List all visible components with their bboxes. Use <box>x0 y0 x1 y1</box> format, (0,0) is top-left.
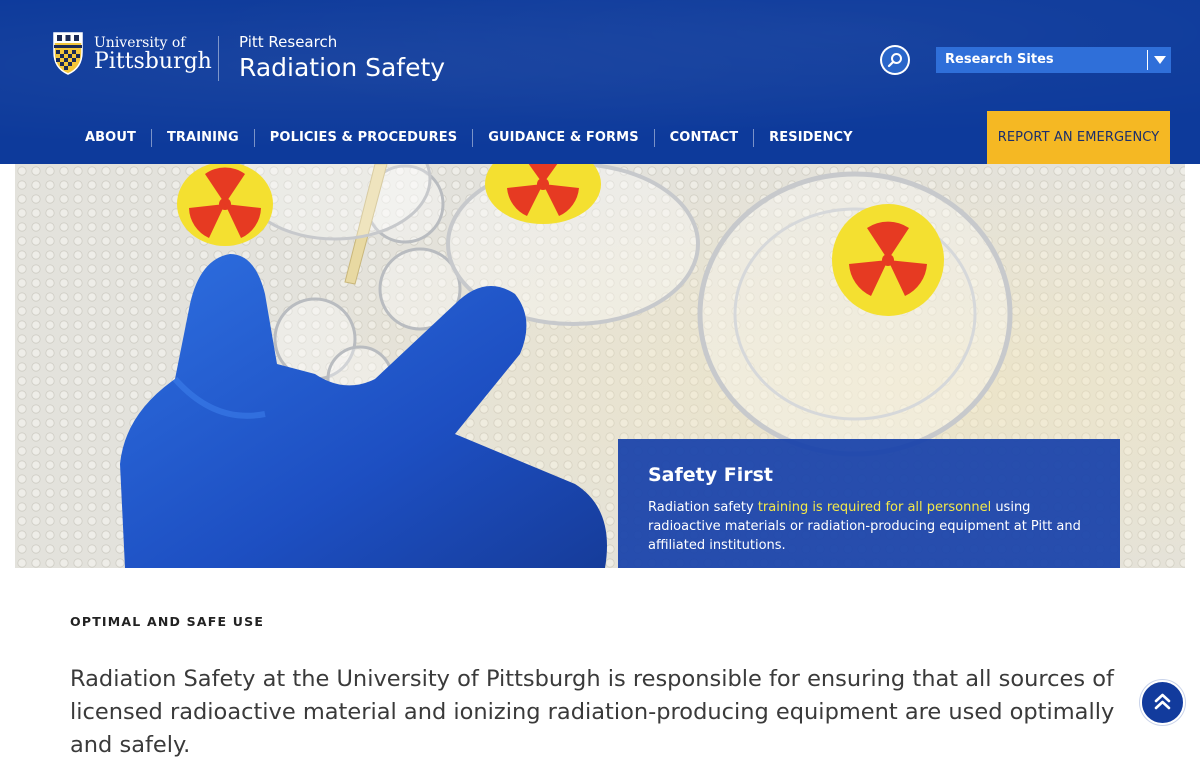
nav-item-training[interactable]: TRAINING <box>152 128 254 148</box>
card-title: Safety First <box>648 464 773 486</box>
select-separator <box>1147 50 1148 70</box>
card-text-before: Radiation safety <box>648 500 758 515</box>
main-nav: ABOUT TRAINING POLICIES & PROCEDURES GUI… <box>70 128 868 148</box>
section-eyebrow: OPTIMAL AND SAFE USE <box>70 614 265 629</box>
nav-item-guidance-forms[interactable]: GUIDANCE & FORMS <box>473 128 653 148</box>
logo-line-2: Pittsburgh <box>94 49 212 74</box>
site-header: University of Pittsburgh Pitt Research R… <box>0 0 1200 164</box>
report-emergency-button[interactable]: REPORT AN EMERGENCY <box>987 111 1170 164</box>
search-button[interactable] <box>880 45 910 75</box>
chevron-down-icon <box>1154 56 1166 64</box>
search-icon <box>887 53 902 68</box>
lead-paragraph: Radiation Safety at the University of Pi… <box>70 666 1115 758</box>
site-title[interactable]: Radiation Safety <box>239 53 445 83</box>
pitt-shield-icon <box>53 32 83 75</box>
university-logo[interactable]: University of Pittsburgh <box>49 30 212 80</box>
logo-divider <box>218 36 219 81</box>
nav-item-policies-procedures[interactable]: POLICIES & PROCEDURES <box>255 128 472 148</box>
training-required-link[interactable]: training is required for all personnel <box>758 500 991 515</box>
safety-first-card: Safety First Radiation safety training i… <box>618 439 1120 568</box>
back-to-top-button[interactable] <box>1140 680 1185 725</box>
nav-item-residency[interactable]: RESIDENCY <box>754 128 868 148</box>
radiation-label-1 <box>177 164 273 246</box>
research-sites-select[interactable]: Research Sites <box>936 47 1171 73</box>
radiation-label-3 <box>832 204 944 316</box>
logo-line-1: University of <box>94 35 186 51</box>
nav-item-contact[interactable]: CONTACT <box>655 128 754 148</box>
site-super-title[interactable]: Pitt Research <box>239 33 337 51</box>
research-sites-select-value: Research Sites <box>945 52 1054 67</box>
nav-item-about[interactable]: ABOUT <box>70 128 151 148</box>
hero-banner: Safety First Radiation safety training i… <box>15 164 1185 568</box>
card-text: Radiation safety training is required fo… <box>648 498 1098 555</box>
double-chevron-up-icon <box>1154 693 1171 710</box>
